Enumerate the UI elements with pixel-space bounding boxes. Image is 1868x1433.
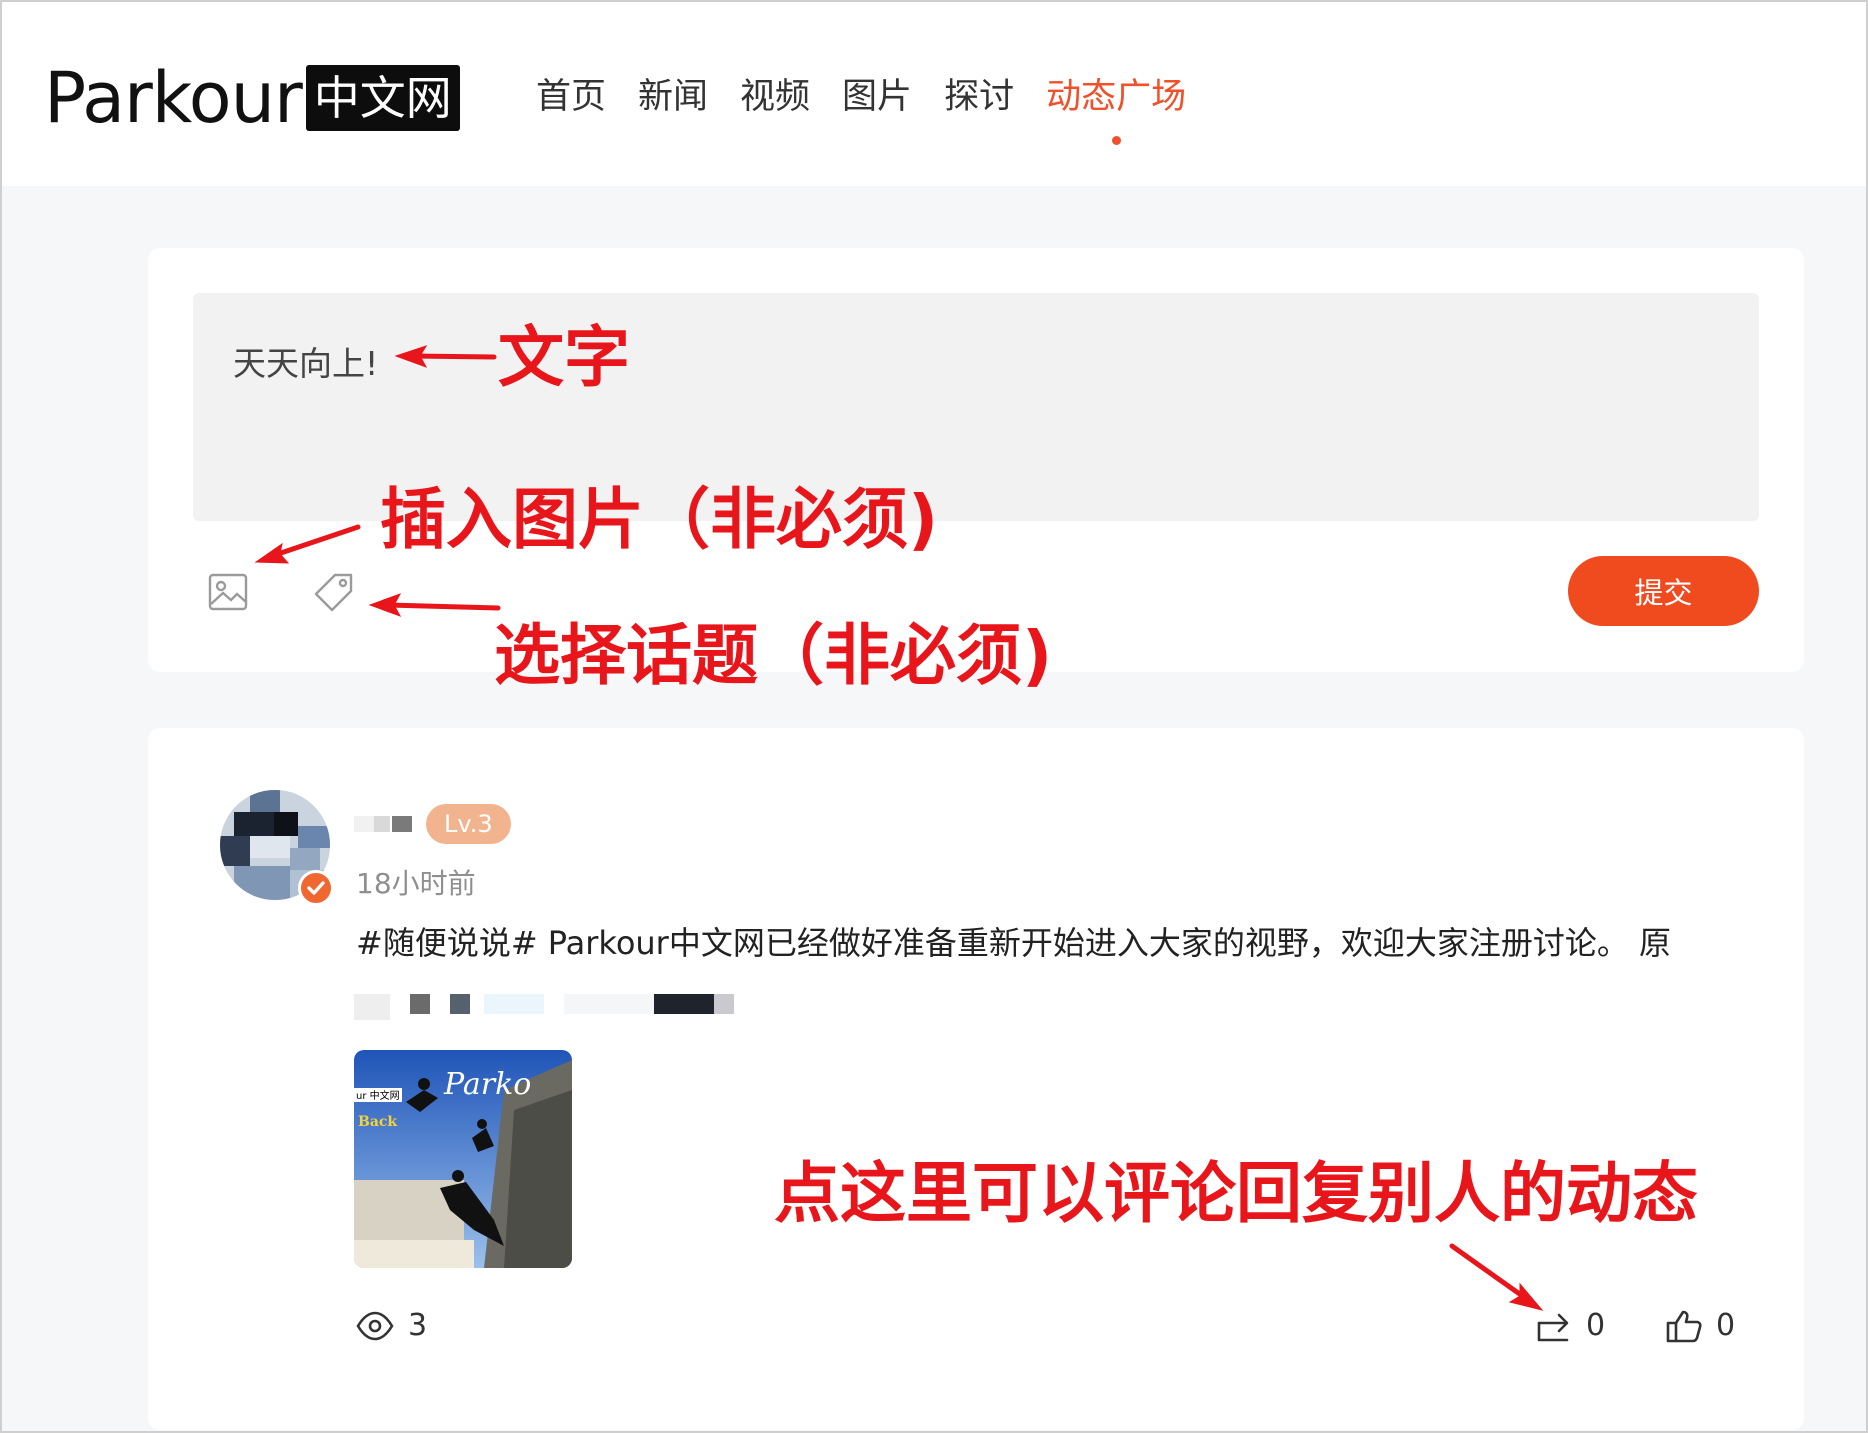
submit-button[interactable]: 提交 — [1568, 556, 1759, 626]
post-textarea-value: 天天向上! — [233, 344, 379, 383]
comment-share-button[interactable]: 0 — [1536, 1308, 1605, 1343]
annotation-choose-topic: 选择话题（非必须) — [494, 617, 1053, 694]
like-button[interactable]: 0 — [1666, 1308, 1735, 1343]
level-badge: Lv.3 — [426, 804, 511, 844]
post-timestamp: 18小时前 — [356, 867, 476, 900]
like-count-value: 0 — [1716, 1308, 1736, 1343]
username[interactable] — [354, 812, 414, 836]
site-header: Parkour 中文网 首页 新闻 视频 图片 探讨 动态广场 — [2, 2, 1866, 186]
site-logo[interactable]: Parkour 中文网 — [44, 58, 460, 138]
nav-item-videos[interactable]: 视频 — [740, 72, 810, 122]
active-indicator-dot — [1112, 136, 1122, 145]
verified-badge-icon — [298, 870, 334, 906]
post-content: #随便说说# Parkour中文网已经做好准备重新开始进入大家的视野，欢迎大家注… — [356, 924, 1672, 962]
view-count: 3 — [356, 1308, 427, 1343]
svg-text:Parko: Parko — [443, 1067, 531, 1102]
nav-item-home[interactable]: 首页 — [536, 72, 606, 122]
logo-text: Parkour — [44, 57, 303, 139]
post-image[interactable]: Parko ur 中文网 Back — [354, 1050, 572, 1268]
view-count-value: 3 — [408, 1308, 428, 1343]
nav-item-discussion[interactable]: 探讨 — [944, 72, 1014, 122]
nav-item-news[interactable]: 新闻 — [638, 72, 708, 122]
nav-item-pictures[interactable]: 图片 — [842, 72, 912, 122]
image-icon[interactable] — [206, 570, 250, 614]
annotation-comment-reply: 点这里可以评论回复别人的动态 — [774, 1155, 1698, 1232]
annotation-text: 文字 — [498, 319, 630, 396]
svg-text:ur 中文网: ur 中文网 — [356, 1089, 400, 1102]
feed-post: Lv.3 18小时前 #随便说说# Parkour中文网已经做好准备重新开始进入… — [148, 728, 1804, 1430]
share-count-value: 0 — [1586, 1308, 1606, 1343]
tag-icon[interactable] — [312, 570, 356, 614]
post-content-blurred — [354, 990, 834, 1024]
nav-item-feed-square[interactable]: 动态广场 — [1046, 72, 1187, 145]
nav-item-feed-square-label: 动态广场 — [1046, 77, 1187, 117]
main-nav: 首页 新闻 视频 图片 探讨 动态广场 — [536, 72, 1218, 145]
svg-text:Back: Back — [358, 1114, 397, 1130]
annotation-insert-image: 插入图片（非必须) — [380, 481, 939, 558]
logo-badge: 中文网 — [305, 65, 460, 131]
